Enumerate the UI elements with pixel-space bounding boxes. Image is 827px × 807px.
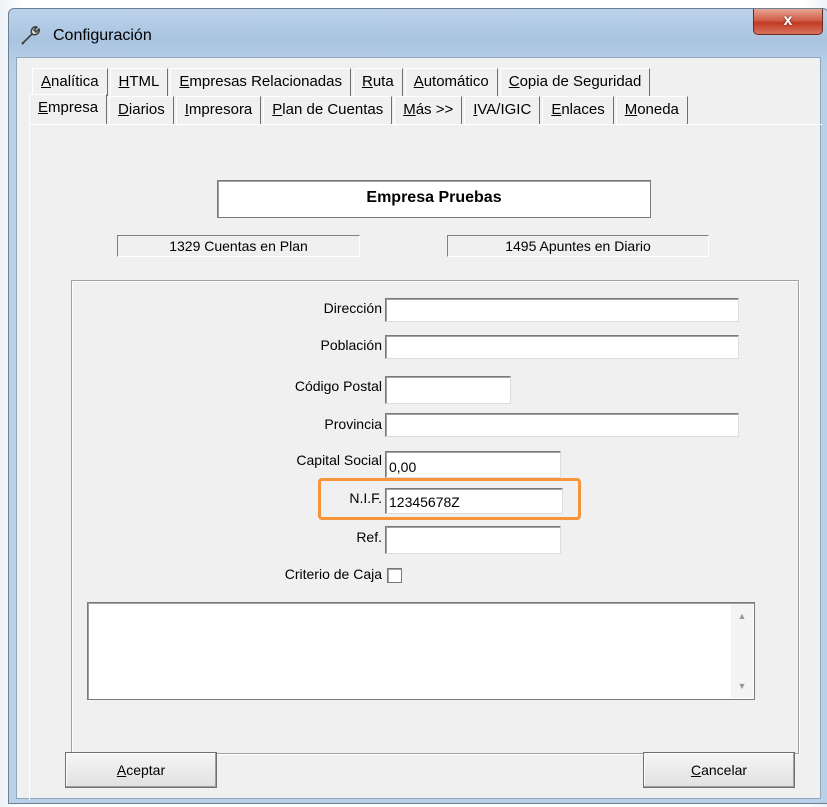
- wrench-icon: [19, 25, 43, 47]
- nif-field[interactable]: 12345678Z: [385, 488, 563, 514]
- entries-count: 1495 Apuntes en Diario: [447, 235, 709, 257]
- title-bar[interactable]: Configuración x: [9, 9, 827, 55]
- close-button[interactable]: x: [753, 9, 823, 35]
- ref-field[interactable]: [385, 526, 561, 554]
- tab-plan-de-cuentas[interactable]: Plan de Cuentas: [263, 96, 393, 124]
- tab-ruta[interactable]: Ruta: [352, 68, 403, 96]
- tab-analitica[interactable]: Analítica: [32, 68, 108, 96]
- company-name-field[interactable]: Empresa Pruebas: [217, 180, 651, 218]
- dialog-client-area: Analítica HTML Empresas Relacionadas Rut…: [16, 57, 822, 800]
- direccion-field[interactable]: [385, 298, 739, 322]
- nif-label: N.I.F.: [349, 490, 382, 506]
- tab-enlaces[interactable]: Enlaces: [542, 96, 614, 124]
- tab-diarios[interactable]: Diarios: [109, 96, 174, 124]
- aceptar-button[interactable]: Aceptar: [65, 752, 217, 788]
- tab-impresora[interactable]: Impresora: [175, 96, 262, 124]
- provincia-label: Provincia: [324, 416, 382, 432]
- criterio-caja-checkbox[interactable]: [387, 568, 402, 583]
- tab-row-back: Analítica HTML Empresas Relacionadas Rut…: [32, 68, 652, 96]
- codigo-postal-field[interactable]: [385, 376, 511, 404]
- tab-copia-de-seguridad[interactable]: Copia de Seguridad: [499, 68, 651, 96]
- tab-iva-igic[interactable]: IVA/IGIC: [464, 96, 541, 124]
- notes-textarea[interactable]: ▲ ▼: [87, 602, 755, 700]
- scroll-down-icon[interactable]: ▼: [731, 676, 753, 696]
- scroll-up-icon[interactable]: ▲: [731, 606, 753, 626]
- close-icon: x: [783, 12, 793, 29]
- direccion-label: Dirección: [323, 300, 382, 316]
- ref-label: Ref.: [356, 529, 382, 545]
- tab-empresas-relacionadas[interactable]: Empresas Relacionadas: [170, 68, 351, 96]
- cancelar-button[interactable]: Cancelar: [643, 752, 795, 788]
- criterio-caja-label: Criterio de Caja: [284, 566, 382, 582]
- accounts-count: 1329 Cuentas en Plan: [117, 235, 360, 257]
- codigo-postal-label: Código Postal: [294, 378, 382, 394]
- tab-automatico[interactable]: Automático: [404, 68, 498, 96]
- notes-scrollbar[interactable]: ▲ ▼: [731, 604, 753, 698]
- tab-moneda[interactable]: Moneda: [615, 96, 688, 124]
- capital-social-field[interactable]: 0,00: [385, 451, 561, 478]
- tab-mas[interactable]: Más >>: [394, 96, 463, 124]
- poblacion-field[interactable]: [385, 335, 739, 359]
- configuracion-window: Configuración x Analítica HTML Empresas …: [8, 8, 827, 804]
- provincia-field[interactable]: [385, 413, 739, 437]
- tab-html[interactable]: HTML: [109, 68, 169, 96]
- window-title: Configuración: [53, 27, 152, 44]
- poblacion-label: Población: [320, 337, 383, 353]
- capital-social-label: Capital Social: [296, 452, 382, 468]
- tab-row-front: Empresa Diarios Impresora Plan de Cuenta…: [29, 94, 690, 124]
- tab-empresa[interactable]: Empresa: [29, 94, 108, 124]
